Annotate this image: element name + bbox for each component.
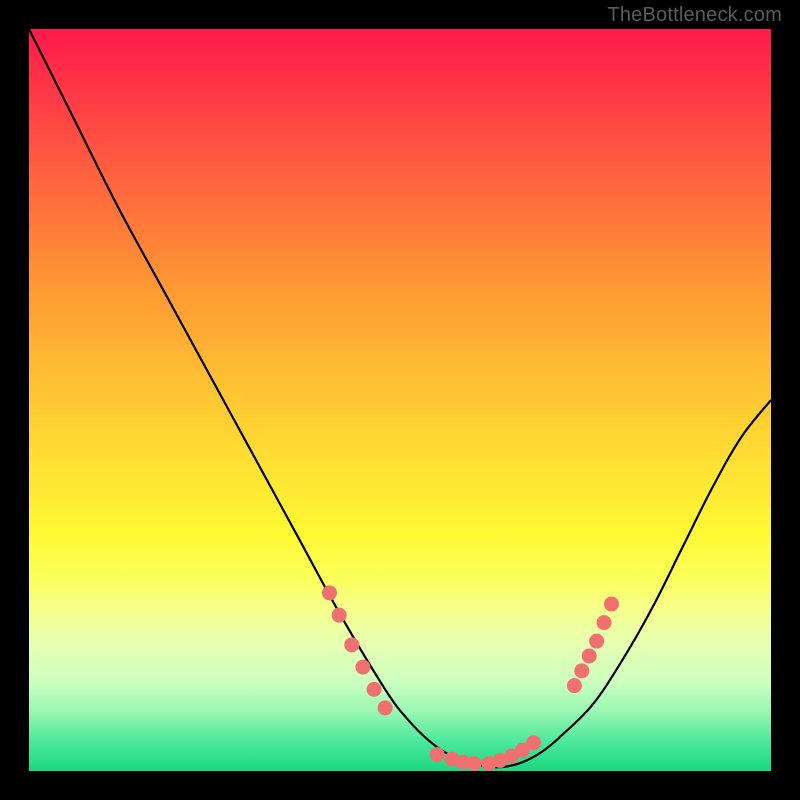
chart-marker: [355, 660, 370, 675]
chart-marker: [322, 585, 337, 600]
chart-marker: [597, 615, 612, 630]
chart-curve: [29, 29, 771, 767]
chart-marker: [332, 608, 347, 623]
chart-markers: [322, 585, 619, 771]
chart-marker: [430, 747, 445, 762]
chart-marker: [378, 700, 393, 715]
chart-marker: [589, 634, 604, 649]
chart-plot-area: [29, 29, 771, 771]
chart-svg: [29, 29, 771, 771]
chart-marker: [604, 597, 619, 612]
chart-marker: [574, 663, 589, 678]
chart-marker: [367, 682, 382, 697]
chart-marker: [467, 756, 482, 771]
chart-marker: [344, 637, 359, 652]
watermark-text: TheBottleneck.com: [607, 4, 782, 27]
chart-marker: [567, 678, 582, 693]
chart-marker: [582, 648, 597, 663]
chart-marker: [526, 735, 541, 750]
